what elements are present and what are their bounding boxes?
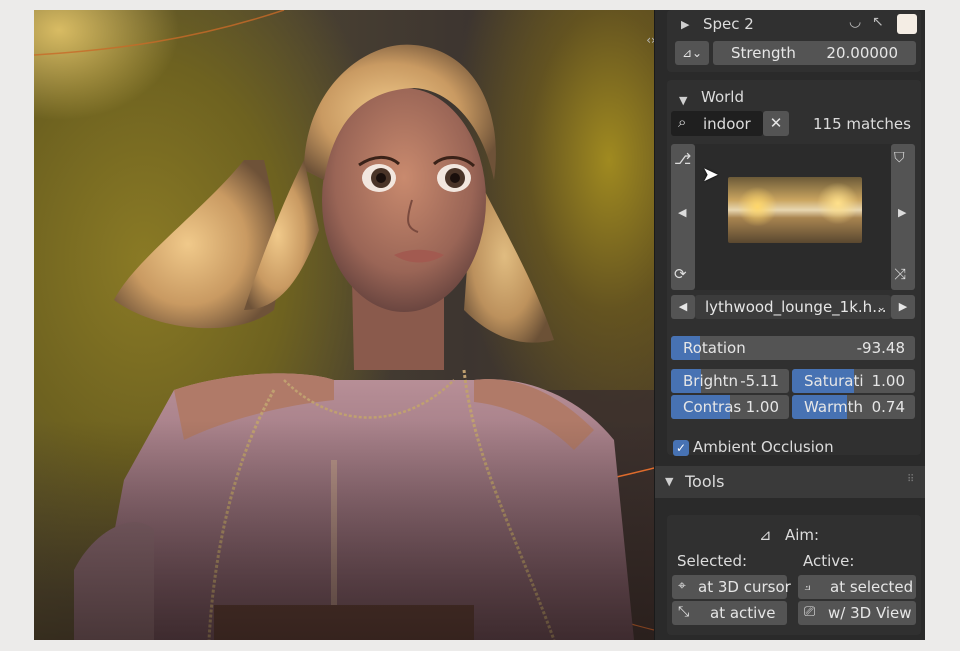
w-3d-view-button[interactable]: ⎚ w/ 3D View bbox=[798, 601, 916, 625]
world-panel: ▼ World ⌕ indoor ✕ 115 matches ⎇ ◀ ⟳ ⛉ ▶… bbox=[667, 80, 921, 456]
brightness-value: -5.11 bbox=[740, 372, 779, 390]
prev-hdri-button[interactable]: ◀ bbox=[671, 295, 695, 319]
selected-label: Selected: bbox=[677, 552, 748, 570]
collapse-triangle-icon[interactable]: ▼ bbox=[665, 475, 673, 488]
strength-label: Strength bbox=[731, 44, 796, 62]
curve-icon[interactable]: ◡ bbox=[849, 14, 861, 30]
contrast-value: 1.00 bbox=[745, 398, 779, 416]
saturation-label: Saturati bbox=[804, 372, 864, 390]
aim-label: Aim: bbox=[785, 526, 820, 544]
at-active-label: at active bbox=[710, 604, 776, 622]
at-selected-label: at selected bbox=[830, 578, 914, 596]
camera-icon: ⎚ bbox=[804, 604, 816, 620]
contrast-slider[interactable]: Contras 1.00 bbox=[671, 395, 789, 419]
brightness-slider[interactable]: Brightn -5.11 bbox=[671, 369, 789, 393]
n-panel-sidebar: ▶ Spec 2 ◡ ↖ ⊿⌄ Strength 20.00000 ▼ Worl… bbox=[654, 10, 925, 640]
mapping-dropdown-icon[interactable]: ⊿⌄ bbox=[675, 41, 709, 65]
at-selected-button[interactable]: ⟓ at selected bbox=[798, 575, 916, 599]
sidebar-toggle-icon[interactable]: ‹› bbox=[643, 32, 654, 48]
3d-viewport[interactable]: ‹› bbox=[34, 10, 654, 640]
clear-search-button[interactable]: ✕ bbox=[763, 111, 789, 136]
rotation-label: Rotation bbox=[683, 339, 746, 357]
mouse-cursor-icon: ➤ bbox=[702, 162, 719, 186]
at-3d-cursor-button[interactable]: ⌖ at 3D cursor bbox=[672, 575, 791, 599]
drag-handle-icon[interactable]: ⠿ bbox=[907, 474, 914, 485]
vignette bbox=[34, 420, 654, 640]
search-icon: ⌕ bbox=[678, 113, 687, 131]
ambient-occlusion-label: Ambient Occlusion bbox=[693, 438, 834, 456]
align-icon: ⤡ bbox=[678, 604, 690, 620]
warmth-label: Warmth bbox=[804, 398, 863, 416]
color-swatch[interactable] bbox=[897, 14, 917, 34]
prev-arrow-icon[interactable]: ◀ bbox=[678, 206, 686, 219]
refresh-icon[interactable]: ⟳ bbox=[674, 265, 687, 283]
shuffle-icon[interactable]: ⤨ bbox=[894, 265, 906, 283]
rotation-slider[interactable]: Rotation -93.48 bbox=[671, 336, 915, 360]
tools-panel-title: Tools bbox=[685, 472, 725, 491]
cursor-arrow-icon[interactable]: ↖ bbox=[872, 14, 884, 30]
next-arrow-icon[interactable]: ▶ bbox=[898, 206, 906, 219]
saturation-value: 1.00 bbox=[871, 372, 905, 390]
chevron-down-icon: ⌄ bbox=[876, 300, 886, 314]
warmth-value: 0.74 bbox=[871, 398, 905, 416]
world-panel-title: World bbox=[701, 88, 744, 106]
next-hdri-button[interactable]: ▶ bbox=[891, 295, 915, 319]
w-3d-view-label: w/ 3D View bbox=[828, 604, 912, 622]
saturation-slider[interactable]: Saturati 1.00 bbox=[792, 369, 915, 393]
aim-icon: ⊿ bbox=[759, 526, 772, 544]
tools-header[interactable]: ▼ Tools ⠿ bbox=[655, 466, 925, 498]
tools-panel: ⊿ Aim: Selected: Active: ⌖ at 3D cursor … bbox=[667, 515, 921, 635]
app-window: ‹› ▶ Spec 2 ◡ ↖ ⊿⌄ Strength 20.00000 ▼ W… bbox=[34, 10, 925, 640]
brightness-label: Brightn bbox=[683, 372, 739, 390]
search-input[interactable]: indoor bbox=[703, 115, 751, 133]
ambient-occlusion-checkbox[interactable]: ✓ bbox=[673, 440, 689, 456]
warmth-slider[interactable]: Warmth 0.74 bbox=[792, 395, 915, 419]
strength-value: 20.00000 bbox=[826, 44, 898, 62]
contrast-label: Contras bbox=[683, 398, 742, 416]
tag-icon[interactable]: ⛉ bbox=[894, 150, 905, 166]
crosshair-icon: ⌖ bbox=[678, 578, 686, 594]
active-label: Active: bbox=[803, 552, 855, 570]
spec-panel: ▶ Spec 2 ◡ ↖ ⊿⌄ Strength 20.00000 bbox=[667, 10, 921, 72]
match-count: 115 matches bbox=[813, 115, 911, 133]
hdri-preview-thumbnail[interactable] bbox=[728, 177, 862, 243]
search-box[interactable]: ⌕ indoor bbox=[671, 111, 763, 136]
open-browser-icon[interactable]: ⎇ bbox=[674, 150, 691, 168]
hdri-name-dropdown[interactable]: lythwood_lounge_1k.h... ⌄ bbox=[695, 295, 891, 319]
strength-field[interactable]: Strength 20.00000 bbox=[713, 41, 916, 65]
hdri-name: lythwood_lounge_1k.h... bbox=[705, 298, 887, 316]
at-active-button[interactable]: ⤡ at active bbox=[672, 601, 787, 625]
rotation-value: -93.48 bbox=[856, 339, 905, 357]
at-3d-cursor-label: at 3D cursor bbox=[698, 578, 791, 596]
collapse-triangle-icon[interactable]: ▼ bbox=[679, 94, 687, 107]
expand-triangle-icon[interactable]: ▶ bbox=[681, 18, 689, 31]
vertex-icon: ⟓ bbox=[804, 578, 811, 594]
spec-panel-title: Spec 2 bbox=[703, 15, 754, 33]
